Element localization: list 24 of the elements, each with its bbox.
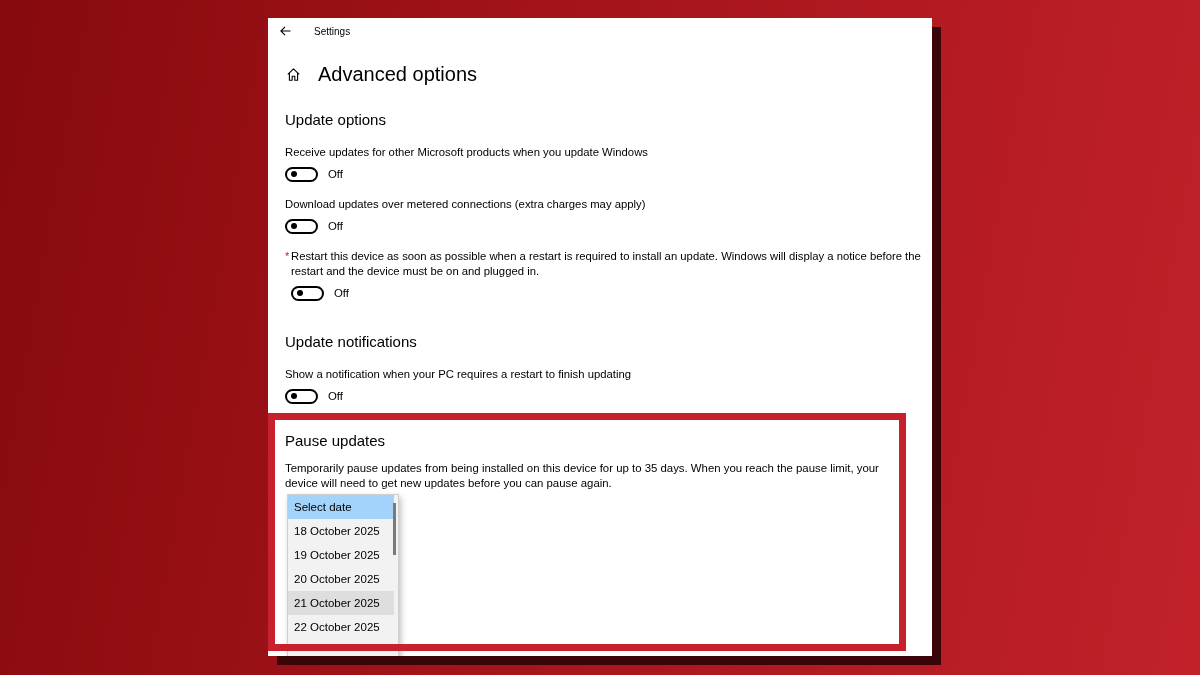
toggle-state-label: Off [328,220,343,232]
toggle-state-label: Off [334,287,349,299]
home-icon[interactable] [287,67,300,81]
toggle-switch[interactable] [291,285,324,301]
section-heading: Update options [285,110,387,130]
required-mark: * [285,249,291,264]
section-heading: Pause updates [285,431,387,451]
page-title: Advanced options [318,62,477,86]
toggle-switch[interactable] [285,388,318,404]
dropdown-item[interactable]: 21 October 2025 [288,591,394,615]
back-arrow-icon[interactable] [280,26,291,36]
window-title: Settings [314,25,351,37]
toggle-state-label: Off [328,390,343,402]
toggle-switch[interactable] [285,218,318,234]
toggle-state-label: Off [328,168,343,180]
section-description: Temporarily pause updates from being installed on this device for up to 35 days. When you reach the pause limit, your device will need to get new updates before you can pause again. [285,461,880,491]
setting-label: Download updates over metered connections (extra charges may apply) [285,197,647,212]
setting-label: Show a notification when your PC requires a restart to finish updating [285,367,632,382]
scrollbar[interactable] [393,503,396,555]
dropdown-item[interactable]: Select date [288,495,394,519]
setting-label: Receive updates for other Microsoft products when you update Windows [285,145,649,160]
section-heading: Update notifications [285,332,418,352]
setting-label: Restart this device as soon as possible when a restart is required to install an update. Windows will display a notice before the restart and the device must be on and plugged in. [291,249,922,279]
toggle-switch[interactable] [285,166,318,182]
